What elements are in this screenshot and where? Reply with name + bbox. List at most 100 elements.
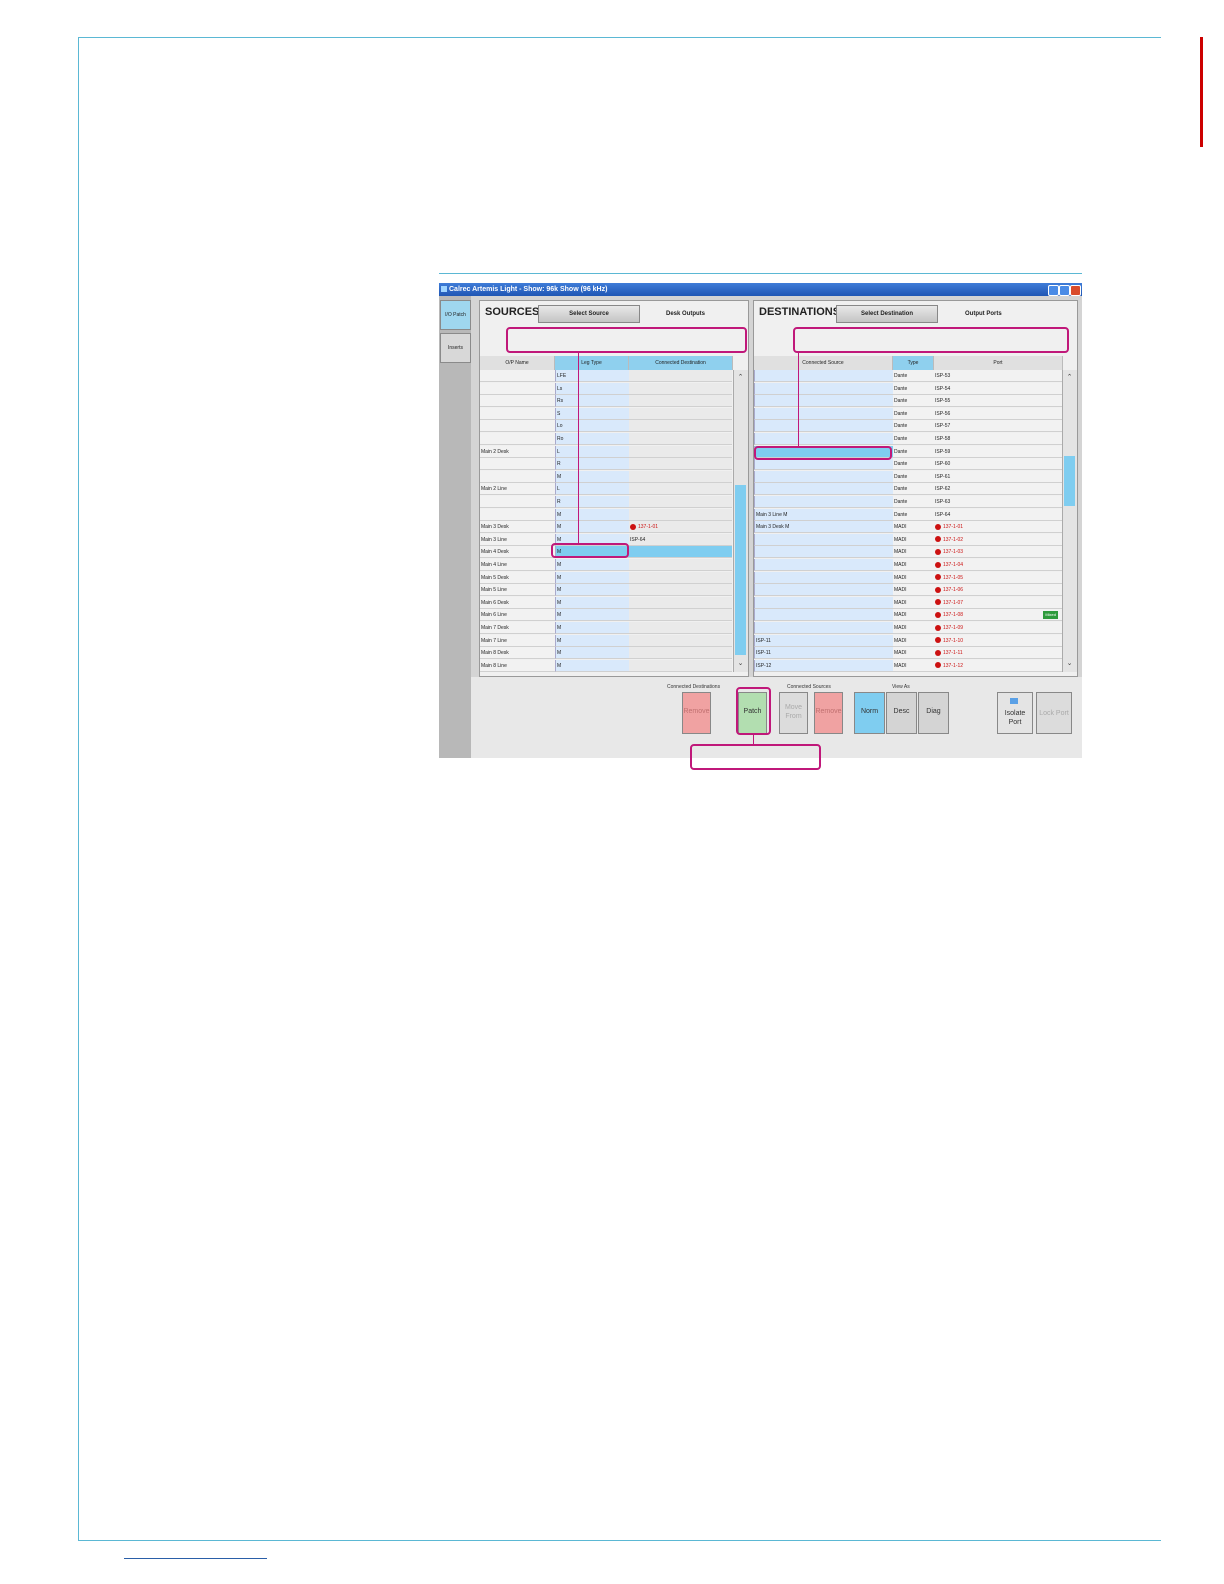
port-cell[interactable]: 137-1-03	[934, 546, 1062, 559]
connected-destination-cell[interactable]	[629, 622, 732, 634]
connected-source-cell[interactable]: ISP-12	[754, 659, 893, 672]
scroll-down-icon[interactable]: ⌄	[1064, 658, 1075, 669]
connected-source-cell[interactable]: Main 3 Desk M	[754, 521, 893, 534]
connected-destination-cell[interactable]	[629, 420, 732, 433]
port-cell[interactable]: 137-1-05	[934, 571, 1062, 584]
table-row[interactable]: Main 6 Line M	[480, 609, 732, 622]
leg-type-cell[interactable]: Lo	[555, 420, 629, 433]
port-cell[interactable]: ISP-56	[934, 407, 1062, 420]
sources-col-op-name[interactable]: O/P Name	[480, 356, 555, 370]
connected-source-cell[interactable]	[754, 470, 893, 483]
scroll-down-icon[interactable]: ⌄	[735, 658, 746, 669]
table-row[interactable]: Main 7 Line M	[480, 634, 732, 648]
table-row[interactable]: Main 3 Desk M 137-1-01	[480, 521, 732, 534]
sidebar-item-inserts[interactable]: Inserts	[440, 333, 471, 363]
connected-source-cell[interactable]	[754, 433, 893, 445]
connected-source-cell[interactable]	[754, 596, 893, 609]
table-row[interactable]: Lo	[480, 420, 732, 433]
port-cell[interactable]: ISP-62	[934, 483, 1062, 496]
port-cell[interactable]: ISP-53	[934, 370, 1062, 382]
leg-type-cell[interactable]: M	[555, 470, 629, 483]
table-row[interactable]: ISP-12 MADI 137-1-12	[754, 659, 1062, 672]
connected-destination-cell[interactable]	[629, 508, 732, 521]
table-row[interactable]: Main 8 Desk M	[480, 647, 732, 660]
table-row[interactable]: Main 4 Line M	[480, 559, 732, 572]
connected-source-cell[interactable]: Main 3 Line M	[754, 508, 893, 521]
connected-destination-cell[interactable]	[629, 596, 732, 609]
port-cell[interactable]: 137-1-11	[934, 647, 1062, 660]
isolate-port-button[interactable]: Isolate Port	[997, 692, 1033, 734]
destinations-scroll-thumb[interactable]	[1064, 456, 1075, 506]
leg-type-cell[interactable]: R	[555, 458, 629, 471]
leg-type-cell[interactable]: M	[555, 559, 629, 571]
table-row[interactable]: Ro	[480, 433, 732, 446]
port-cell[interactable]: 137-1-07	[934, 596, 1062, 609]
scroll-up-icon[interactable]: ⌃	[1064, 372, 1075, 383]
destinations-col-port[interactable]: Port	[934, 356, 1063, 370]
destinations-col-type[interactable]: Type	[893, 356, 934, 370]
connected-destination-cell[interactable]	[629, 458, 732, 471]
table-row[interactable]: ISP-11 MADI 137-1-10	[754, 634, 1062, 648]
table-row[interactable]: Dante ISP-63	[754, 496, 1062, 509]
leg-type-cell[interactable]: LFE	[555, 370, 629, 382]
connected-destination-cell[interactable]	[629, 407, 732, 420]
table-row[interactable]: Dante ISP-53	[754, 370, 1062, 383]
connected-source-cell[interactable]	[754, 533, 893, 546]
connected-destination-cell[interactable]	[629, 609, 732, 622]
leg-type-cell[interactable]: Ro	[555, 433, 629, 445]
remove-destination-button[interactable]: Remove	[682, 692, 711, 734]
remove-source-button[interactable]: Remove	[814, 692, 843, 734]
connected-source-cell[interactable]	[754, 622, 893, 634]
connected-destination-cell[interactable]	[629, 496, 732, 508]
table-row[interactable]: Main 5 Desk M	[480, 571, 732, 585]
table-row[interactable]: MADI 137-1-06	[754, 584, 1062, 597]
table-row[interactable]: Main 3 Line M Dante ISP-64	[754, 508, 1062, 522]
connected-destination-cell[interactable]	[629, 647, 732, 660]
connected-destination-cell[interactable]	[629, 445, 732, 458]
connected-source-cell[interactable]	[754, 382, 893, 395]
connected-destination-cell[interactable]	[629, 370, 732, 382]
connected-destination-cell[interactable]	[629, 395, 732, 408]
table-row[interactable]: MADI 137-1-09	[754, 622, 1062, 635]
leg-type-cell[interactable]: S	[555, 407, 629, 420]
connected-source-cell[interactable]	[754, 559, 893, 571]
table-row[interactable]: LFE	[480, 370, 732, 383]
connected-source-cell[interactable]	[754, 546, 893, 559]
port-cell[interactable]: ISP-60	[934, 458, 1062, 471]
connected-source-cell[interactable]	[754, 370, 893, 382]
leg-type-cell[interactable]: M	[555, 596, 629, 609]
select-destination-button[interactable]: Select Destination	[836, 305, 938, 323]
connected-source-cell[interactable]	[754, 571, 893, 584]
view-desc-button[interactable]: Desc	[886, 692, 917, 734]
destinations-col-connected-source[interactable]: Connected Source	[754, 356, 893, 370]
leg-type-cell[interactable]: Rs	[555, 395, 629, 408]
port-cell[interactable]: ISP-63	[934, 496, 1062, 508]
connected-destination-cell[interactable]	[629, 559, 732, 571]
table-row[interactable]: Dante ISP-62	[754, 483, 1062, 496]
table-row[interactable]: Main 2 Desk L	[480, 445, 732, 459]
port-cell[interactable]: 137-1-08 Mixed	[934, 609, 1062, 622]
connected-destination-cell[interactable]	[629, 571, 732, 584]
connected-destination-cell[interactable]	[629, 433, 732, 445]
port-cell[interactable]: 137-1-06	[934, 584, 1062, 597]
connected-source-cell[interactable]	[754, 496, 893, 508]
connected-destination-cell[interactable]	[629, 634, 732, 647]
table-row[interactable]: Dante ISP-60	[754, 458, 1062, 471]
leg-type-cell[interactable]: M	[555, 609, 629, 622]
table-row[interactable]: M	[480, 508, 732, 522]
connected-source-cell[interactable]: ISP-11	[754, 647, 893, 660]
connected-destination-cell[interactable]	[629, 659, 732, 672]
table-row[interactable]: MADI 137-1-03	[754, 546, 1062, 559]
table-row[interactable]: MADI 137-1-02	[754, 533, 1062, 547]
view-diag-button[interactable]: Diag	[918, 692, 949, 734]
table-row[interactable]: Main 7 Desk M	[480, 622, 732, 635]
minimize-icon[interactable]	[1048, 285, 1059, 296]
leg-type-cell[interactable]: M	[555, 508, 629, 521]
move-from-button[interactable]: Move From	[779, 692, 808, 734]
port-cell[interactable]: ISP-55	[934, 395, 1062, 408]
destinations-scrollbar[interactable]: ⌃ ⌄	[1062, 370, 1077, 672]
connected-destination-cell[interactable]	[629, 470, 732, 483]
table-row[interactable]: Dante ISP-56	[754, 407, 1062, 421]
connected-source-cell[interactable]	[754, 609, 893, 622]
leg-type-cell[interactable]: M	[555, 659, 629, 672]
